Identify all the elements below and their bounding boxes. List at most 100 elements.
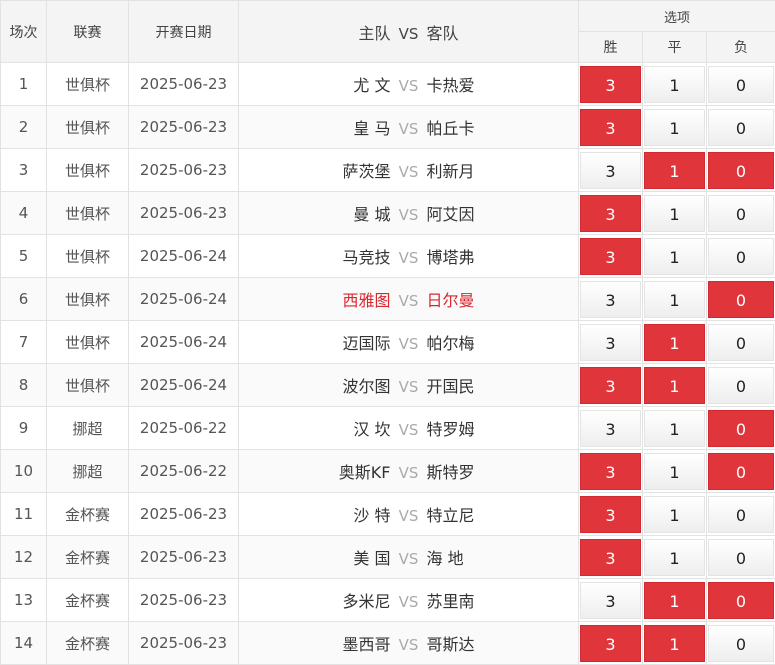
- vs-label: VS: [391, 550, 427, 568]
- away-team: 哥斯达: [427, 631, 576, 655]
- match-teams: 曼 城VS阿艾因: [239, 192, 579, 235]
- league-name: 世俱杯: [47, 63, 129, 106]
- win-option-button[interactable]: 3: [580, 453, 641, 490]
- win-option-button[interactable]: 3: [580, 324, 641, 361]
- match-number: 2: [1, 106, 47, 149]
- option-cell: 1: [643, 407, 707, 450]
- option-cell: 3: [579, 106, 643, 149]
- draw-option-button[interactable]: 1: [644, 324, 705, 361]
- draw-option-button[interactable]: 1: [644, 152, 705, 189]
- option-cell: 3: [579, 450, 643, 493]
- lose-option-button[interactable]: 0: [708, 625, 774, 662]
- win-option-button[interactable]: 3: [580, 496, 641, 533]
- draw-option-button[interactable]: 1: [644, 195, 705, 232]
- option-cell: 3: [579, 235, 643, 278]
- league-name: 挪超: [47, 450, 129, 493]
- option-cell: 0: [707, 407, 775, 450]
- match-number: 12: [1, 536, 47, 579]
- draw-option-button[interactable]: 1: [644, 496, 705, 533]
- table-row: 3世俱杯2025-06-23萨茨堡VS利新月310: [1, 149, 775, 192]
- table-row: 12金杯赛2025-06-23美 国VS海 地310: [1, 536, 775, 579]
- lose-option-button[interactable]: 0: [708, 410, 774, 447]
- lose-option-button[interactable]: 0: [708, 66, 774, 103]
- match-number: 10: [1, 450, 47, 493]
- league-name: 世俱杯: [47, 321, 129, 364]
- home-team: 多米尼: [242, 588, 391, 612]
- option-cell: 1: [643, 235, 707, 278]
- home-team: 迈国际: [242, 330, 391, 354]
- win-option-button[interactable]: 3: [580, 152, 641, 189]
- lose-option-button[interactable]: 0: [708, 152, 774, 189]
- match-teams: 马竞技VS博塔弗: [239, 235, 579, 278]
- away-team: 日尔曼: [427, 287, 576, 311]
- draw-option-button[interactable]: 1: [644, 582, 705, 619]
- header-win: 胜: [579, 32, 643, 63]
- option-cell: 0: [707, 278, 775, 321]
- lose-option-button[interactable]: 0: [708, 281, 774, 318]
- option-cell: 1: [643, 579, 707, 622]
- option-cell: 0: [707, 321, 775, 364]
- draw-option-button[interactable]: 1: [644, 625, 705, 662]
- option-cell: 0: [707, 579, 775, 622]
- draw-option-button[interactable]: 1: [644, 539, 705, 576]
- lose-option-button[interactable]: 0: [708, 324, 774, 361]
- vs-label: VS: [391, 163, 427, 181]
- table-row: 6世俱杯2025-06-24西雅图VS日尔曼310: [1, 278, 775, 321]
- lose-option-button[interactable]: 0: [708, 367, 774, 404]
- home-team: 马竞技: [242, 244, 391, 268]
- lose-option-button[interactable]: 0: [708, 453, 774, 490]
- option-cell: 0: [707, 235, 775, 278]
- win-option-button[interactable]: 3: [580, 625, 641, 662]
- home-team: 波尔图: [242, 373, 391, 397]
- match-date: 2025-06-22: [129, 450, 239, 493]
- header-draw: 平: [643, 32, 707, 63]
- draw-option-button[interactable]: 1: [644, 109, 705, 146]
- league-name: 世俱杯: [47, 106, 129, 149]
- home-team: 奥斯KF: [242, 459, 391, 483]
- option-cell: 1: [643, 364, 707, 407]
- win-option-button[interactable]: 3: [580, 367, 641, 404]
- win-option-button[interactable]: 3: [580, 195, 641, 232]
- league-name: 世俱杯: [47, 235, 129, 278]
- table-row: 7世俱杯2025-06-24迈国际VS帕尔梅310: [1, 321, 775, 364]
- option-cell: 1: [643, 450, 707, 493]
- match-date: 2025-06-23: [129, 579, 239, 622]
- win-option-button[interactable]: 3: [580, 109, 641, 146]
- away-team: 海 地: [427, 545, 576, 569]
- home-team: 汉 坎: [242, 416, 391, 440]
- match-teams: 墨西哥VS哥斯达: [239, 622, 579, 665]
- win-option-button[interactable]: 3: [580, 66, 641, 103]
- match-table: 场次 联赛 开赛日期 主队VS客队 选项 胜 平 负 1世俱杯2025-06-2…: [0, 0, 775, 665]
- lose-option-button[interactable]: 0: [708, 496, 774, 533]
- option-cell: 3: [579, 192, 643, 235]
- league-name: 金杯赛: [47, 493, 129, 536]
- match-number: 9: [1, 407, 47, 450]
- win-option-button[interactable]: 3: [580, 238, 641, 275]
- option-cell: 1: [643, 149, 707, 192]
- vs-label: VS: [391, 335, 427, 353]
- match-teams: 尤 文VS卡热爱: [239, 63, 579, 106]
- draw-option-button[interactable]: 1: [644, 410, 705, 447]
- win-option-button[interactable]: 3: [580, 539, 641, 576]
- option-cell: 3: [579, 622, 643, 665]
- win-option-button[interactable]: 3: [580, 410, 641, 447]
- win-option-button[interactable]: 3: [580, 582, 641, 619]
- draw-option-button[interactable]: 1: [644, 453, 705, 490]
- option-cell: 0: [707, 622, 775, 665]
- draw-option-button[interactable]: 1: [644, 281, 705, 318]
- lose-option-button[interactable]: 0: [708, 582, 774, 619]
- header-away: 客队: [427, 20, 576, 44]
- option-cell: 1: [643, 536, 707, 579]
- match-number: 5: [1, 235, 47, 278]
- match-teams: 波尔图VS开国民: [239, 364, 579, 407]
- draw-option-button[interactable]: 1: [644, 367, 705, 404]
- option-cell: 0: [707, 192, 775, 235]
- draw-option-button[interactable]: 1: [644, 66, 705, 103]
- lose-option-button[interactable]: 0: [708, 195, 774, 232]
- draw-option-button[interactable]: 1: [644, 238, 705, 275]
- lose-option-button[interactable]: 0: [708, 238, 774, 275]
- win-option-button[interactable]: 3: [580, 281, 641, 318]
- lose-option-button[interactable]: 0: [708, 109, 774, 146]
- lose-option-button[interactable]: 0: [708, 539, 774, 576]
- league-name: 世俱杯: [47, 278, 129, 321]
